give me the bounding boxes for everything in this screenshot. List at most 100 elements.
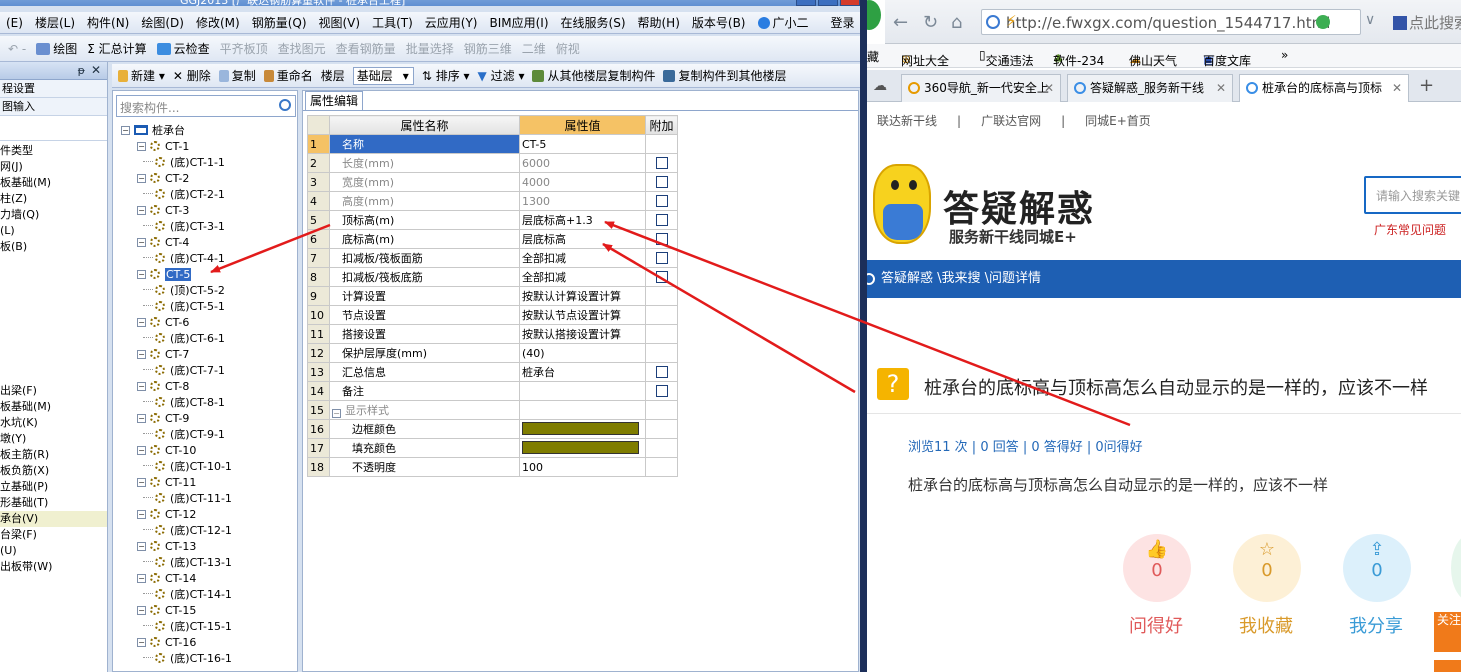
property-name-cell[interactable]: 计算设置 — [329, 286, 520, 306]
property-row[interactable]: 18 不透明度 100 — [307, 457, 678, 477]
menu-bim[interactable]: BIM应用(I) — [483, 14, 554, 31]
action-1-button[interactable]: ☆ 0 — [1233, 534, 1301, 602]
tree-child-node[interactable]: (底)CT-4-1 — [121, 251, 299, 267]
property-row[interactable]: 7 扣减板/筏板面筋 全部扣减 — [307, 248, 678, 268]
copy-to-floor-button[interactable]: 复制构件到其他楼层 — [663, 67, 787, 84]
property-name-cell[interactable]: 备注 — [329, 381, 520, 401]
view-rebar-button[interactable]: 查看钢筋量 — [336, 40, 396, 57]
component-type-item[interactable]: 台梁(F) — [0, 527, 107, 543]
component-type-item[interactable]: 出梁(F) — [0, 383, 107, 399]
collapse-icon[interactable]: − — [137, 174, 146, 183]
property-name-cell[interactable]: 节点设置 — [329, 305, 520, 325]
collapse-icon[interactable]: − — [332, 409, 341, 418]
property-value-cell[interactable] — [519, 419, 646, 439]
menu-version[interactable]: 版本号(B) — [686, 14, 752, 31]
tree-child-node[interactable]: (底)CT-3-1 — [121, 219, 299, 235]
tab-question[interactable]: 桩承台的底标高与顶标 ✕ — [1239, 74, 1409, 102]
menu-tools[interactable]: 工具(T) — [366, 14, 419, 31]
tree-child-node[interactable]: (底)CT-12-1 — [121, 523, 299, 539]
bookmark-favorites[interactable]: 藏 — [867, 48, 879, 65]
component-type-item[interactable]: 板主筋(R) — [0, 447, 107, 463]
tree-node[interactable]: − CT-12 — [121, 507, 299, 523]
component-type-item[interactable]: 网(J) — [0, 159, 107, 175]
property-name-cell[interactable]: 顶标高(m) — [329, 210, 520, 230]
tree-node[interactable]: − CT-5 — [121, 267, 299, 283]
search-input[interactable]: 搜索构件... — [116, 95, 296, 117]
refresh-icon[interactable]: ↻ — [923, 12, 938, 33]
property-value-cell[interactable]: 按默认节点设置计算 — [519, 305, 646, 325]
property-value-cell[interactable] — [519, 381, 646, 401]
tree-child-node[interactable]: (底)CT-10-1 — [121, 459, 299, 475]
find-element-button[interactable]: 查找图元 — [278, 40, 326, 57]
close-icon[interactable]: ✕ — [91, 63, 101, 77]
property-row[interactable]: 1 名称 CT-5 — [307, 134, 678, 154]
copy-button[interactable]: 复制 — [218, 67, 256, 84]
menu-guangxiaoer[interactable]: 广小二 — [752, 14, 815, 31]
back-icon[interactable]: ← — [893, 12, 908, 33]
property-name-cell[interactable]: − 显示样式 — [329, 400, 520, 420]
tree-child-node[interactable]: (底)CT-15-1 — [121, 619, 299, 635]
extra-checkbox[interactable] — [655, 251, 668, 264]
menu-online[interactable]: 在线服务(S) — [555, 14, 632, 31]
property-row[interactable]: 15− 显示样式 — [307, 400, 678, 420]
tree-child-node[interactable]: (底)CT-9-1 — [121, 427, 299, 443]
component-type-item[interactable]: 板负筋(X) — [0, 463, 107, 479]
component-type-item[interactable]: 板(B) — [0, 239, 107, 255]
property-row[interactable]: 6 底标高(m) 层底标高 — [307, 229, 678, 249]
menu-component[interactable]: 构件(N) — [81, 14, 135, 31]
tree-child-node[interactable]: (底)CT-2-1 — [121, 187, 299, 203]
home-icon[interactable]: ⌂ — [951, 12, 962, 33]
tab-close-icon[interactable]: ✕ — [1216, 75, 1226, 101]
property-name-cell[interactable]: 搭接设置 — [329, 324, 520, 344]
property-row[interactable]: 12 保护层厚度(mm) (40) — [307, 343, 678, 363]
property-value-cell[interactable]: 层底标高 — [519, 229, 646, 249]
tree-node[interactable]: − CT-2 — [121, 171, 299, 187]
property-value-cell[interactable] — [519, 400, 646, 420]
property-name-cell[interactable]: 扣减板/筏板面筋 — [329, 248, 520, 268]
component-type-item[interactable]: (L) — [0, 223, 107, 239]
cloud-icon[interactable]: ☁ — [873, 78, 887, 94]
tree-child-node[interactable]: (底)CT-8-1 — [121, 395, 299, 411]
minimize-button[interactable] — [796, 0, 816, 6]
component-type-item[interactable]: 形基础(T) — [0, 495, 107, 511]
bookmark-more[interactable]: » — [1281, 48, 1288, 62]
follow-us-button[interactable]: 关注我们 — [1434, 612, 1461, 652]
property-row[interactable]: 13 汇总信息 桩承台 — [307, 362, 678, 382]
component-type-item[interactable]: 板基础(M) — [0, 175, 107, 191]
collapse-icon[interactable]: − — [137, 318, 146, 327]
component-type-item[interactable]: 力墙(Q) — [0, 207, 107, 223]
property-row[interactable]: 11 搭接设置 按默认搭接设置计算 — [307, 324, 678, 344]
site-search-input[interactable]: 请输入搜索关键 — [1364, 176, 1461, 214]
property-row[interactable]: 14 备注 — [307, 381, 678, 401]
component-type-item[interactable]: 墩(Y) — [0, 431, 107, 447]
collapse-icon[interactable]: − — [137, 478, 146, 487]
component-type-item[interactable]: 板基础(M) — [0, 399, 107, 415]
property-value-cell[interactable]: CT-5 — [519, 134, 646, 154]
property-name-cell[interactable]: 边框颜色 — [329, 419, 520, 439]
menu-cloud[interactable]: 云应用(Y) — [419, 14, 484, 31]
tree-child-node[interactable]: (底)CT-11-1 — [121, 491, 299, 507]
property-value-cell[interactable]: (40) — [519, 343, 646, 363]
component-type-item[interactable]: 出板带(W) — [0, 559, 107, 575]
batch-select-button[interactable]: 批量选择 — [406, 40, 454, 57]
search-icon[interactable] — [279, 99, 291, 111]
nav-link-tongcheng[interactable]: 同城E+首页 — [1085, 114, 1151, 128]
collapse-icon[interactable]: − — [137, 350, 146, 359]
hot-link[interactable]: 广东常见问题 — [1374, 221, 1446, 238]
dropdown-icon[interactable]: ∨ — [1365, 12, 1375, 28]
rebar-3d-button[interactable]: 钢筋三维 — [464, 40, 512, 57]
delete-button[interactable]: ✕ 删除 — [173, 67, 211, 84]
property-name-cell[interactable]: 填充颜色 — [329, 438, 520, 458]
nav-project-settings[interactable]: 程设置 — [0, 80, 107, 98]
menu-help[interactable]: 帮助(H) — [632, 14, 686, 31]
tree-child-node[interactable]: (底)CT-16-1 — [121, 651, 299, 667]
property-value-cell[interactable]: 1300 — [519, 191, 646, 211]
tree-node[interactable]: − CT-16 — [121, 635, 299, 651]
property-value-cell[interactable]: 全部扣减 — [519, 267, 646, 287]
draw-button[interactable]: 绘图 — [36, 40, 77, 57]
lightning-icon[interactable]: ⚡ — [1006, 12, 1348, 30]
property-row[interactable]: 3 宽度(mm) 4000 — [307, 172, 678, 192]
action-0-button[interactable]: 👍 0 — [1123, 534, 1191, 602]
property-name-cell[interactable]: 长度(mm) — [329, 153, 520, 173]
component-type-item[interactable]: (U) — [0, 543, 107, 559]
